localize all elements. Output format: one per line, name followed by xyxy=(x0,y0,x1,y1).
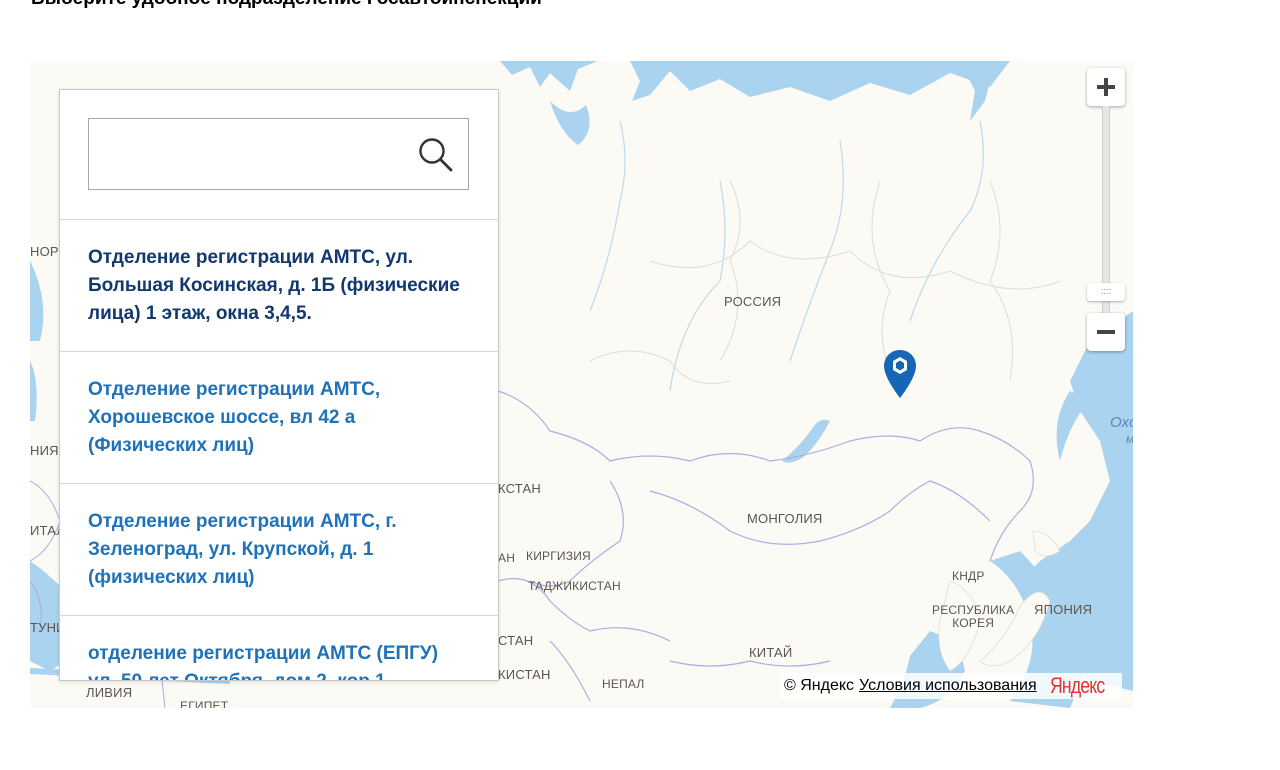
map-label-kazakhstan: КСТАН xyxy=(498,481,541,496)
zoom-slider-handle[interactable]: :::: xyxy=(1087,283,1125,301)
map-label-libya: ЛИВИЯ xyxy=(86,685,133,700)
map-label-dprk: КНДР xyxy=(952,569,985,583)
map[interactable]: РОССИЯ МОНГОЛИЯ КИТАЙ КСТАН АН КИРГИЗИЯ … xyxy=(30,61,1133,708)
minus-icon xyxy=(1097,330,1115,334)
zoom-out-button[interactable] xyxy=(1087,313,1125,351)
map-label-okhotsk: Охо xyxy=(1110,414,1133,431)
map-label-okhotsk-2: м xyxy=(1126,432,1133,446)
zoom-in-button[interactable] xyxy=(1087,68,1125,106)
map-label-korea-line2: КОРЕЯ xyxy=(952,616,995,630)
zoom-slider-track[interactable] xyxy=(1102,106,1110,313)
map-label-egypt: ЕГИПЕТ xyxy=(180,699,229,708)
map-label-russia: РОССИЯ xyxy=(724,294,782,309)
map-label-norway: НОР xyxy=(30,244,59,259)
map-label-kyrgyzstan-prefix: АН xyxy=(498,551,516,565)
map-label-korea: РЕСПУБЛИКА КОРЕЯ xyxy=(932,604,1014,630)
plus-icon xyxy=(1097,78,1115,96)
office-title-link[interactable]: Отделение регистрации АМТС, г. Зеленогра… xyxy=(88,508,470,592)
terms-of-use-link[interactable]: Условия использования xyxy=(859,677,1037,695)
office-title-link[interactable]: Отделение регистрации АМТС, ул. Большая … xyxy=(88,244,470,328)
offices-panel: Отделение регистрации АМТС, ул. Большая … xyxy=(59,89,499,681)
page-title: Выберите удобное подразделение Госавтоин… xyxy=(31,0,542,10)
office-list-item[interactable]: Отделение регистрации АМТС, ул. Большая … xyxy=(60,219,498,351)
office-list-item[interactable]: Отделение регистрации АМТС, Хорошевское … xyxy=(60,351,498,483)
map-label-tajikistan: ТАДЖИКИСТАН xyxy=(528,579,621,593)
copyright-text: © Яндекс xyxy=(784,677,855,694)
map-label-afghanistan: СТАН xyxy=(498,633,534,648)
search-input[interactable] xyxy=(89,119,399,189)
map-label-china: КИТАЙ xyxy=(749,645,793,660)
map-label-kyrgyzstan: КИРГИЗИЯ xyxy=(526,549,591,563)
map-label-west-frag: НИЯ xyxy=(30,443,59,458)
search-box xyxy=(88,118,469,190)
map-label-mongolia: МОНГОЛИЯ xyxy=(747,511,823,526)
office-list-item[interactable]: Отделение регистрации АМТС, г. Зеленогра… xyxy=(60,483,498,615)
search-icon[interactable] xyxy=(417,136,455,174)
office-title-link[interactable]: Отделение регистрации АМТС, Хорошевское … xyxy=(88,376,470,460)
yandex-logo[interactable]: Яндекс xyxy=(1050,673,1105,699)
map-label-japan: ЯПОНИЯ xyxy=(1034,602,1093,617)
map-label-nepal: НЕПАЛ xyxy=(602,677,645,691)
map-pin-icon[interactable] xyxy=(882,348,918,400)
office-list-item[interactable]: отделение регистрации АМТС (ЕПГУ) ул. 50… xyxy=(60,615,498,680)
offices-list: Отделение регистрации АМТС, ул. Большая … xyxy=(60,219,498,680)
map-copyright: © Яндекс Условия использования Яндекс xyxy=(780,673,1122,699)
office-title-link[interactable]: отделение регистрации АМТС (ЕПГУ) ул. 50… xyxy=(88,640,470,680)
map-label-pakistan: КИСТАН xyxy=(498,667,551,682)
